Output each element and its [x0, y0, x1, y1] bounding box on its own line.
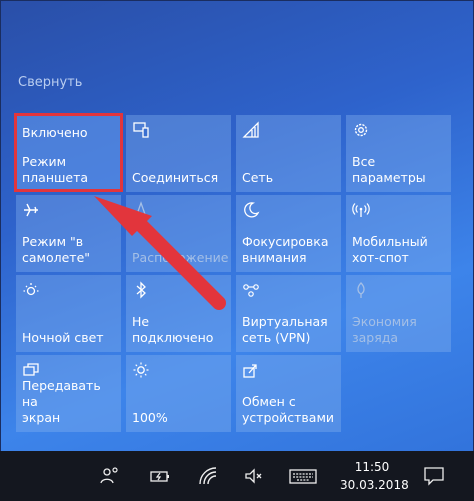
bluetooth-icon [136, 281, 146, 299]
tile-label: Мобильный хот-спот [352, 234, 428, 265]
airplane-icon [24, 203, 38, 217]
volume-muted-icon[interactable] [242, 464, 266, 488]
tile-label: Ночной свет [22, 330, 104, 345]
wifi-icon[interactable] [196, 464, 220, 488]
moon-icon [244, 202, 260, 218]
clock-date: 30.03.2018 [340, 478, 409, 492]
brightness-icon [133, 362, 149, 378]
gear-icon [354, 123, 368, 137]
people-icon[interactable] [98, 464, 122, 488]
tile-label: Режим планшета [22, 154, 89, 185]
tile-location[interactable]: Расположение [126, 195, 231, 272]
tile-state: Включено [22, 125, 88, 140]
tile-label: Соединиться [132, 170, 219, 185]
clock[interactable]: 11:50 30.03.2018 [340, 458, 409, 494]
tile-focus-assist[interactable]: Фокусировка внимания [236, 195, 341, 272]
tile-label: Все параметры [352, 154, 426, 185]
project-icon [23, 363, 39, 376]
tile-connect[interactable]: Соединиться [126, 115, 231, 192]
nearby-share-icon [243, 364, 257, 378]
tile-airplane-mode[interactable]: Режим "в самолете" [16, 195, 121, 272]
tile-nearby-sharing[interactable]: Обмен с устройствами [236, 355, 341, 432]
tile-tablet-mode[interactable]: Включено Режим планшета [16, 115, 121, 192]
tile-mobile-hotspot[interactable]: Мобильный хот-спот [346, 195, 451, 272]
tile-bluetooth[interactable]: Не подключено [126, 275, 231, 352]
tile-label: Обмен с устройствами [242, 394, 334, 425]
tile-label: Сеть [242, 170, 274, 185]
tile-label: Не подключено [132, 314, 214, 345]
battery-icon[interactable] [148, 464, 172, 488]
keyboard-icon[interactable] [288, 464, 318, 488]
location-icon [134, 201, 148, 219]
tile-brightness[interactable]: 100% [126, 355, 231, 432]
tile-vpn[interactable]: Виртуальная сеть (VPN) [236, 275, 341, 352]
tile-night-light[interactable]: Ночной свет [16, 275, 121, 352]
tile-network[interactable]: Сеть [236, 115, 341, 192]
clock-time: 11:50 [354, 460, 390, 474]
vpn-icon [243, 284, 259, 297]
connect-icon [133, 122, 149, 138]
network-icon [242, 121, 259, 138]
tile-label: Передавать на экран [22, 378, 101, 425]
taskbar: 11:50 30.03.2018 [0, 451, 474, 501]
tile-label: Виртуальная сеть (VPN) [242, 314, 328, 345]
tile-project[interactable]: Передавать на экран [16, 355, 121, 432]
action-center-icon[interactable] [422, 464, 446, 488]
night-light-icon [23, 283, 39, 296]
tile-battery-saver[interactable]: Экономия заряда [346, 275, 451, 352]
tile-label: Фокусировка внимания [242, 234, 329, 265]
battery-saver-icon [357, 282, 365, 298]
tile-all-settings[interactable]: Все параметры [346, 115, 451, 192]
tile-label: Экономия заряда [352, 314, 417, 345]
hotspot-icon [352, 203, 370, 217]
tile-label: Расположение [132, 250, 229, 265]
tile-label: 100% [132, 410, 168, 425]
collapse-link[interactable]: Свернуть [18, 75, 82, 90]
tile-label: Режим "в самолете" [22, 234, 91, 265]
